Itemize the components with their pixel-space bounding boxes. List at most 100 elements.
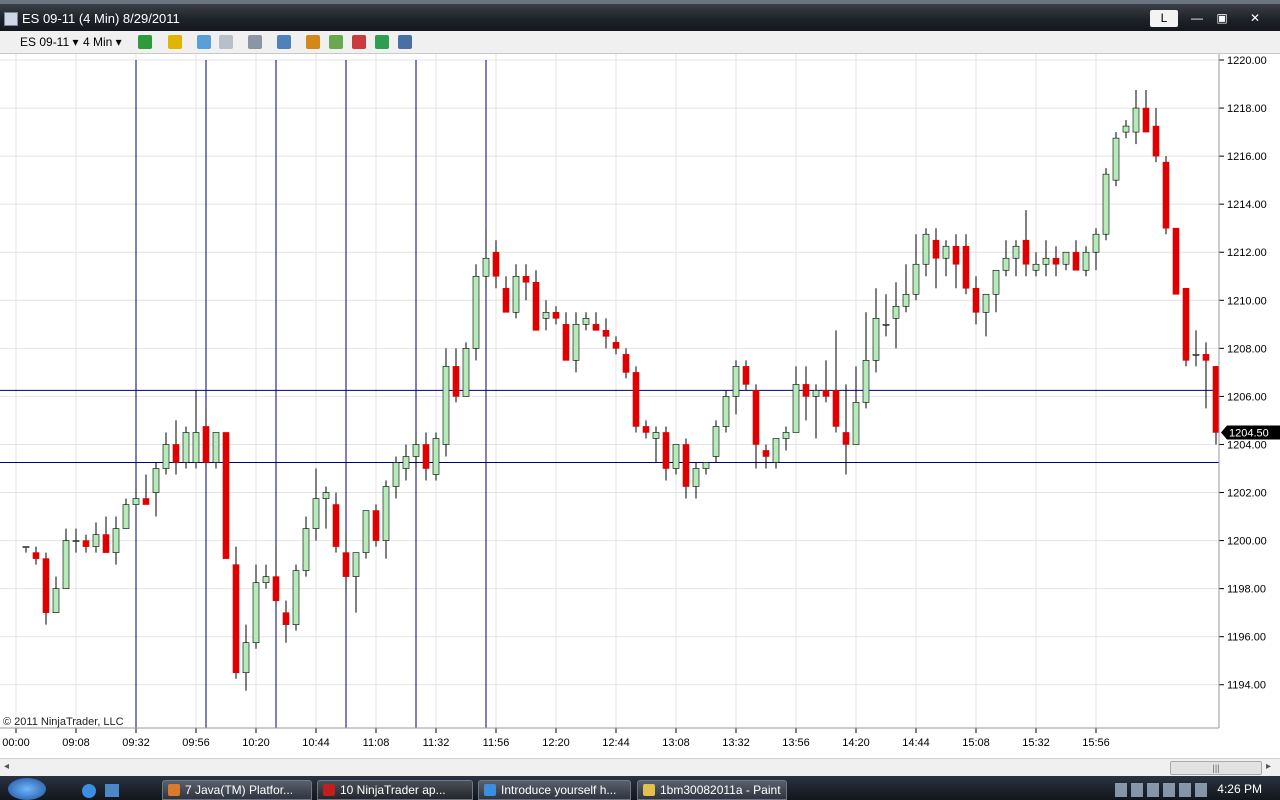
candle-body <box>1212 366 1220 433</box>
candle-body <box>152 468 160 493</box>
candle-body <box>112 528 120 553</box>
tray-icons[interactable] <box>1115 783 1210 797</box>
candle-body <box>1032 263 1040 271</box>
candle-body <box>732 366 740 397</box>
y-tick-label: 1198.00 <box>1227 584 1266 596</box>
task-ninjatrader[interactable]: 10 NinjaTrader ap... <box>317 780 473 800</box>
task-ninjatrader-label: 10 NinjaTrader ap... <box>340 783 446 797</box>
candle-body <box>1132 107 1140 133</box>
candle-body <box>1162 161 1170 229</box>
app-icon <box>4 12 18 26</box>
maximize-button[interactable]: ▣ <box>1211 10 1233 27</box>
start-button[interactable] <box>8 778 46 800</box>
x-tick-label: 11:32 <box>423 737 450 749</box>
candle-body <box>902 293 910 307</box>
candle-body <box>512 275 520 313</box>
ie-quicklaunch-icon[interactable] <box>82 784 96 798</box>
candle-body <box>382 486 390 541</box>
candle-body <box>542 312 550 319</box>
scroll-right-arrow[interactable]: ▸ <box>1266 761 1271 772</box>
candle-body <box>1182 287 1190 361</box>
candle-body <box>862 360 870 403</box>
candle-body <box>602 330 610 337</box>
candle-body <box>242 642 250 674</box>
scroll-thumb[interactable]: ||| <box>1170 761 1262 775</box>
close-button[interactable]: ✕ <box>1240 10 1270 27</box>
strategies-icon[interactable] <box>329 35 343 49</box>
candle-body <box>342 552 350 577</box>
window-title: ES 09-11 (4 Min) 8/29/2011 <box>22 11 180 26</box>
candle-body <box>742 366 750 385</box>
chart-style-icon[interactable] <box>138 35 152 49</box>
y-tick-label: 1218.00 <box>1227 103 1267 115</box>
scroll-left-arrow[interactable]: ◂ <box>4 761 9 772</box>
properties-icon[interactable] <box>398 35 412 49</box>
candle-body <box>52 588 60 613</box>
candle-body <box>332 504 340 547</box>
price-chart[interactable]: 1194.00 1196.00 1198.00 1200.00 1202.00 1204.… <box>0 54 1280 758</box>
windows-taskbar: 7 Java(TM) Platfor... 10 NinjaTrader ap.… <box>0 776 1280 800</box>
candle-body <box>722 396 730 427</box>
x-tick-label: 11:08 <box>363 737 390 749</box>
candle-body <box>872 318 880 361</box>
candle-body <box>952 245 960 265</box>
link-button[interactable]: L <box>1150 10 1178 27</box>
candle-body <box>812 390 820 397</box>
candle-body <box>212 432 220 463</box>
candle-body <box>372 510 380 541</box>
minimize-button[interactable]: — <box>1186 10 1208 27</box>
candle-body <box>592 324 600 331</box>
desktop-quicklaunch-icon[interactable] <box>105 784 119 797</box>
candle-body <box>802 384 810 397</box>
candle-body <box>432 438 440 475</box>
candle-body <box>72 540 80 542</box>
task-java[interactable]: 7 Java(TM) Platfor... <box>162 780 312 800</box>
candle-body <box>692 468 700 487</box>
x-tick-label: 13:32 <box>722 737 750 749</box>
candle-body <box>1092 233 1100 253</box>
candle-body <box>472 275 480 349</box>
magnet-icon[interactable] <box>219 35 233 49</box>
candle-body <box>1122 125 1130 133</box>
candle-body <box>82 540 90 547</box>
candle-body <box>652 432 660 439</box>
candle-body <box>922 233 930 265</box>
task-paint-label: 1bm30082011a - Paint <box>660 783 781 797</box>
task-paint[interactable]: 1bm30082011a - Paint <box>637 780 787 800</box>
crosshair-icon[interactable] <box>197 35 211 49</box>
candle-body <box>422 444 430 469</box>
x-tick-label: 00:00 <box>2 737 30 749</box>
candle-body <box>772 438 780 463</box>
candle-body <box>1102 173 1110 235</box>
candle-body <box>1052 257 1060 265</box>
x-tick-label: 10:44 <box>302 737 330 749</box>
y-tick-label: 1200.00 <box>1227 536 1267 548</box>
dollar-icon[interactable] <box>375 35 389 49</box>
candle-body <box>912 263 920 295</box>
candle-body <box>642 426 650 433</box>
candle-body <box>482 257 490 277</box>
y-tick-label: 1206.00 <box>1227 391 1267 403</box>
candle-body <box>122 504 130 529</box>
zoom-icon[interactable] <box>277 35 291 49</box>
horizontal-scrollbar[interactable]: ◂ ||| ▸ <box>0 758 1280 776</box>
task-browser-label: Introduce yourself h... <box>501 783 617 797</box>
candle-body <box>822 390 830 397</box>
candle-body <box>162 444 170 469</box>
candle-body <box>22 546 30 548</box>
candle-body <box>302 528 310 571</box>
task-browser[interactable]: Introduce yourself h... <box>478 780 631 800</box>
interval-select[interactable]: 4 Min ▾ <box>83 34 122 50</box>
indicators-icon[interactable] <box>352 35 366 49</box>
candle-body <box>782 432 790 439</box>
data-series-icon[interactable] <box>306 35 320 49</box>
y-tick-label: 1220.00 <box>1227 55 1267 67</box>
cursor-icon[interactable] <box>248 35 262 49</box>
chart-canvas[interactable]: 1194.00 1196.00 1198.00 1200.00 1202.00 1204.… <box>0 54 1280 758</box>
chart-toolbar: ES 09-11 ▾ 4 Min ▾ <box>0 31 1280 54</box>
candle-body <box>262 576 270 583</box>
instrument-select[interactable]: ES 09-11 ▾ <box>20 34 79 50</box>
candle-body <box>202 426 210 463</box>
drawing-tool-icon[interactable] <box>168 35 182 49</box>
candle-body <box>682 444 690 487</box>
